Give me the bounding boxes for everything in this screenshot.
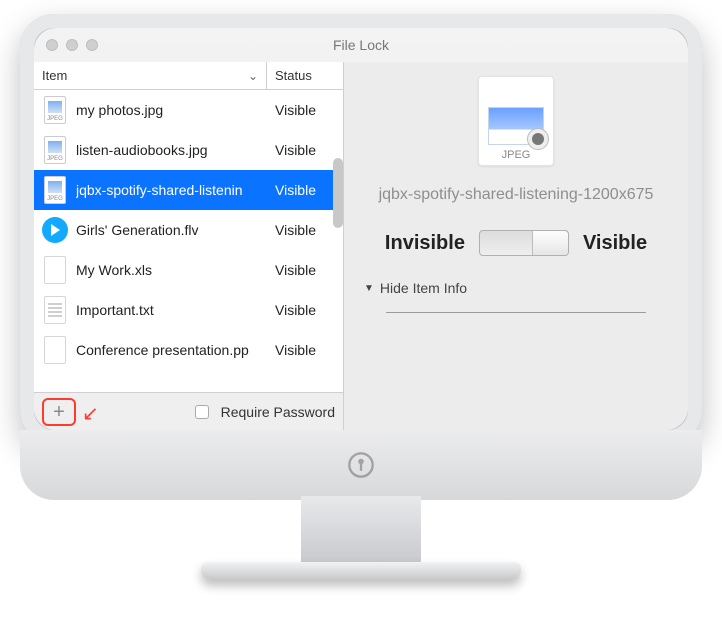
file-name-cell: My Work.xls	[76, 262, 267, 278]
column-header-status[interactable]: Status	[267, 62, 343, 89]
file-name-cell: jqbx-spotify-shared-listenin	[76, 182, 267, 198]
file-type-icon: JPEG	[42, 95, 68, 125]
brand-logo-icon	[347, 451, 375, 479]
minimize-dot[interactable]	[66, 39, 78, 51]
file-name: jqbx-spotify-shared-listening-1200x675	[364, 186, 668, 204]
file-type-icon	[42, 255, 68, 285]
scrollbar[interactable]	[333, 158, 343, 228]
detail-panel: JPEG jqbx-spotify-shared-listening-1200x…	[344, 62, 688, 430]
table-row[interactable]: JPEG my photos.jpgVisible	[34, 90, 343, 130]
file-name-cell: Important.txt	[76, 302, 267, 318]
file-name-cell: Girls' Generation.flv	[76, 222, 267, 238]
file-name-cell: Conference presentation.pp	[76, 342, 267, 358]
file-name-cell: listen-audiobooks.jpg	[76, 142, 267, 158]
file-status-cell: Visible	[267, 222, 343, 238]
app-window: File Lock Item ⌄ Status	[34, 28, 688, 430]
table-row[interactable]: JPEG jqbx-spotify-shared-listeninVisible	[34, 170, 343, 210]
table-row[interactable]: Girls' Generation.flvVisible	[34, 210, 343, 250]
file-type-icon	[42, 215, 68, 245]
list-footer: + ↙ Require Password	[34, 392, 343, 430]
sort-chevron-icon: ⌄	[248, 69, 258, 83]
column-headers: Item ⌄ Status	[34, 62, 343, 90]
table-row[interactable]: JPEG listen-audiobooks.jpgVisible	[34, 130, 343, 170]
disclosure-label: Hide Item Info	[380, 280, 467, 296]
file-status-cell: Visible	[267, 142, 343, 158]
annotation-arrow-icon: ↙	[82, 401, 99, 426]
file-status-cell: Visible	[267, 302, 343, 318]
traffic-lights	[46, 39, 98, 51]
require-password-label: Require Password	[221, 404, 335, 420]
imac-chin	[20, 430, 702, 500]
preview-thumb	[488, 107, 544, 145]
screen-bezel: File Lock Item ⌄ Status	[20, 14, 702, 444]
imac-stand	[301, 496, 421, 562]
column-header-item[interactable]: Item ⌄	[34, 62, 267, 89]
visibility-toggle-row: Invisible Visible	[385, 230, 647, 256]
file-status-cell: Visible	[267, 262, 343, 278]
imac-frame: File Lock Item ⌄ Status	[20, 14, 702, 580]
detail-divider	[386, 312, 646, 313]
file-preview-icon: JPEG	[478, 76, 554, 166]
file-name-cell: my photos.jpg	[76, 102, 267, 118]
zoom-dot[interactable]	[86, 39, 98, 51]
file-type-icon: JPEG	[42, 135, 68, 165]
column-header-item-label: Item	[42, 68, 67, 83]
table-row[interactable]: My Work.xlsVisible	[34, 250, 343, 290]
toggle-label-invisible: Invisible	[385, 232, 465, 255]
imac-base	[201, 562, 521, 580]
disclosure-triangle-icon: ▼	[364, 283, 374, 294]
file-type-icon	[42, 335, 68, 365]
file-type-icon	[42, 295, 68, 325]
toggle-knob	[532, 231, 568, 255]
table-row[interactable]: Conference presentation.ppVisible	[34, 330, 343, 370]
window-title: File Lock	[34, 37, 688, 53]
column-header-status-label: Status	[275, 68, 312, 83]
file-status-cell: Visible	[267, 182, 343, 198]
table-row[interactable]: Important.txtVisible	[34, 290, 343, 330]
file-list-panel: Item ⌄ Status JPEGmy photos.jpgVisibleJP…	[34, 62, 344, 430]
titlebar: File Lock	[34, 28, 688, 62]
file-status-cell: Visible	[267, 102, 343, 118]
file-type-label: JPEG	[502, 149, 531, 161]
require-password-checkbox[interactable]	[195, 405, 209, 419]
toggle-label-visible: Visible	[583, 232, 647, 255]
file-type-icon: JPEG	[42, 175, 68, 205]
file-list: JPEGmy photos.jpgVisibleJPEGlisten-audio…	[34, 90, 343, 392]
close-dot[interactable]	[46, 39, 58, 51]
preview-lens-icon	[527, 128, 549, 150]
visibility-toggle[interactable]	[479, 230, 569, 256]
file-status-cell: Visible	[267, 342, 343, 358]
hide-item-info-disclosure[interactable]: ▼ Hide Item Info	[364, 280, 467, 296]
add-button[interactable]: +	[42, 398, 76, 426]
